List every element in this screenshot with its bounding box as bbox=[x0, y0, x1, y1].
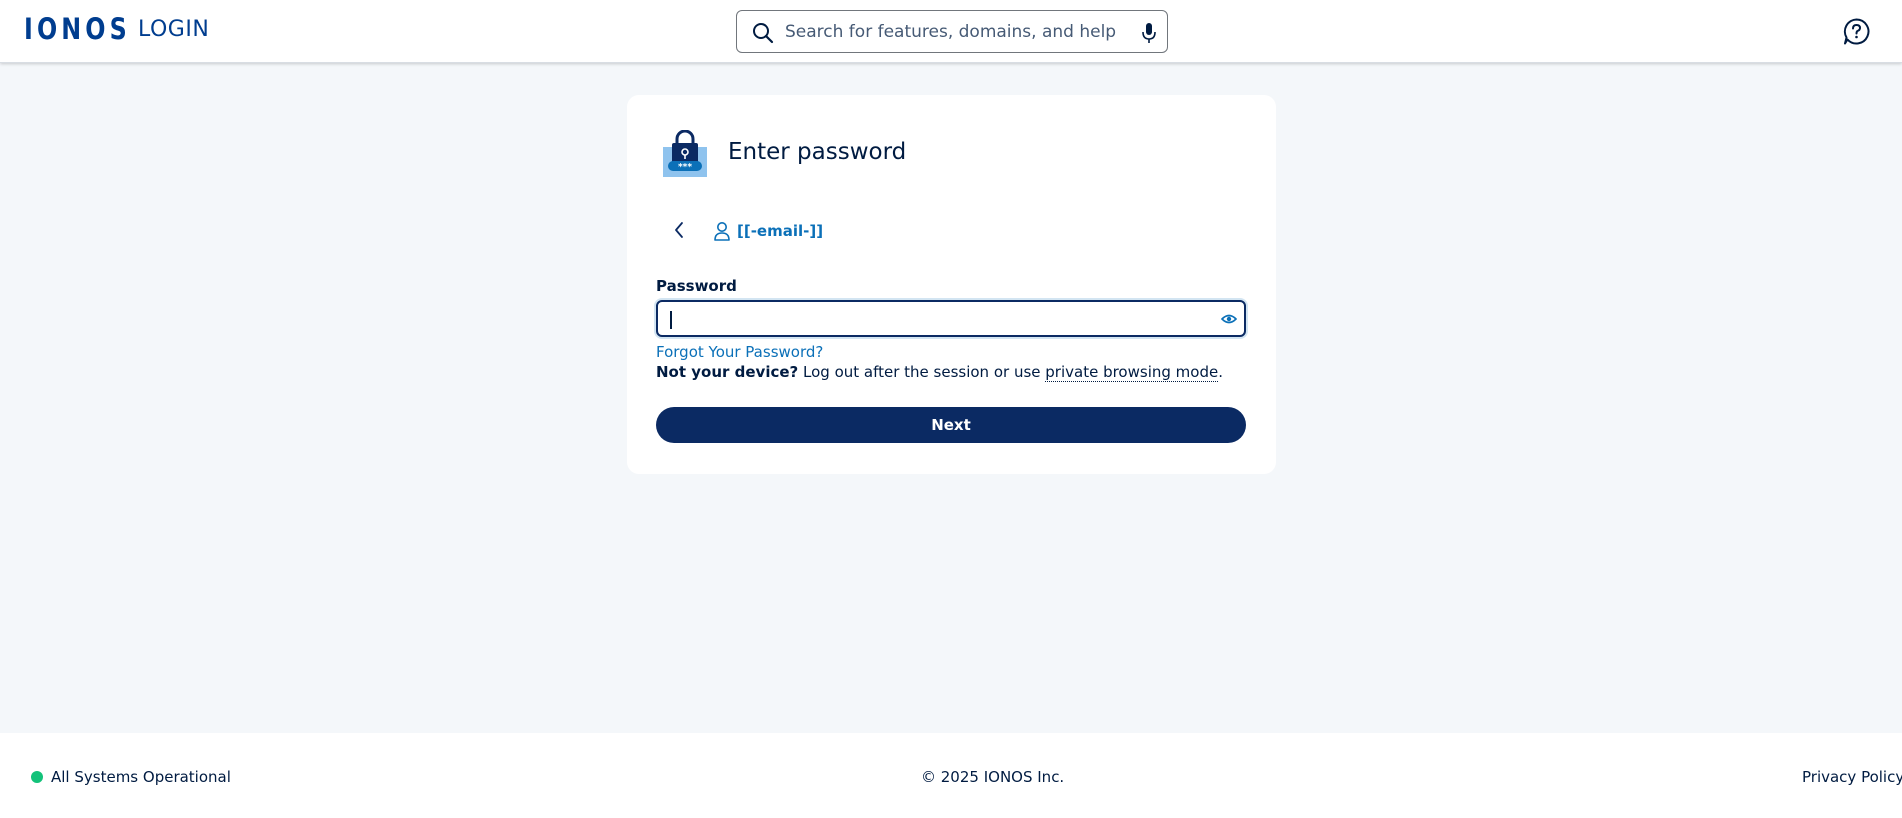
user-icon bbox=[714, 222, 730, 241]
copyright-text: © 2025 IONOS Inc. bbox=[921, 768, 1065, 786]
card-title: Enter password bbox=[728, 139, 907, 165]
device-note-text: Log out after the session or use bbox=[798, 363, 1046, 381]
password-field[interactable] bbox=[656, 300, 1246, 337]
login-card: *** Enter password [[-email-]] Password … bbox=[627, 95, 1276, 474]
top-header: IONOS LOGIN bbox=[0, 0, 1902, 63]
search-icon bbox=[753, 23, 774, 44]
device-note: Not your device? Log out after the sessi… bbox=[656, 363, 1223, 382]
page-section-title: LOGIN bbox=[138, 17, 210, 42]
password-input[interactable] bbox=[666, 306, 1206, 332]
search-input[interactable] bbox=[783, 17, 1123, 47]
status-indicator-icon bbox=[31, 771, 43, 783]
chevron-left-icon[interactable] bbox=[667, 218, 691, 242]
private-browsing-link[interactable]: private browsing mode bbox=[1045, 363, 1219, 382]
system-status[interactable]: All Systems Operational bbox=[51, 768, 231, 786]
password-label: Password bbox=[656, 277, 737, 295]
microphone-icon[interactable] bbox=[1139, 21, 1159, 45]
svg-text:***: *** bbox=[678, 163, 692, 173]
eye-icon[interactable] bbox=[1221, 313, 1237, 325]
page-footer: All Systems Operational © 2025 IONOS Inc… bbox=[0, 733, 1902, 818]
help-chat-icon[interactable] bbox=[1842, 17, 1871, 46]
ionos-logo[interactable]: IONOS bbox=[24, 12, 131, 46]
lock-password-icon: *** bbox=[663, 130, 707, 177]
forgot-password-link[interactable]: Forgot Your Password? bbox=[656, 343, 823, 361]
next-button[interactable]: Next bbox=[656, 407, 1246, 443]
privacy-policy-link[interactable]: Privacy Policy - bbox=[1802, 768, 1902, 786]
device-note-end: . bbox=[1218, 363, 1223, 381]
search-bar[interactable] bbox=[736, 10, 1168, 53]
device-note-bold: Not your device? bbox=[656, 363, 799, 381]
account-email[interactable]: [[-email-]] bbox=[737, 222, 823, 240]
